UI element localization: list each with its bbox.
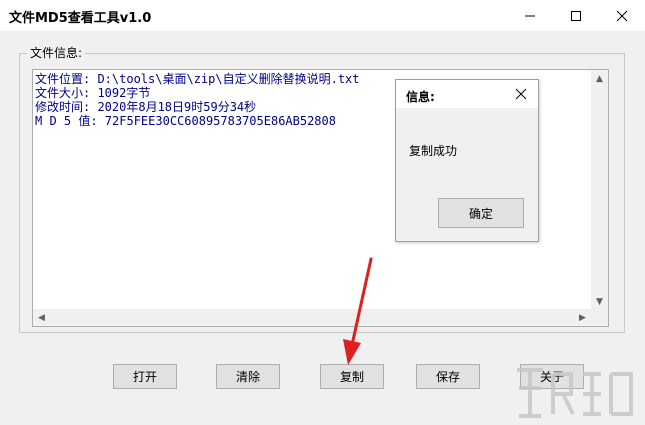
horizontal-scrollbar[interactable]: ◀ ▶ — [33, 309, 591, 326]
scrollbar-corner — [591, 309, 608, 326]
dialog-title: 信息: — [406, 90, 435, 104]
copy-button[interactable]: 复制 — [320, 364, 384, 389]
annotation-arrow-icon — [343, 257, 373, 365]
dialog-body: 复制成功 确定 — [396, 108, 538, 241]
info-dialog: 信息: 复制成功 确定 — [395, 79, 539, 242]
dialog-title-bar: 信息: — [396, 80, 538, 108]
scroll-up-icon[interactable]: ▲ — [591, 70, 608, 87]
close-icon — [616, 10, 628, 21]
dialog-message: 复制成功 — [409, 144, 458, 158]
window-title: 文件MD5查看工具v1.0 — [9, 11, 152, 26]
maximize-icon — [571, 10, 581, 21]
save-button[interactable]: 保存 — [416, 364, 480, 389]
dialog-ok-button[interactable]: 确定 — [438, 198, 524, 228]
close-icon — [515, 88, 527, 100]
clear-button[interactable]: 清除 — [216, 364, 280, 389]
file-info-legend: 文件信息: — [27, 44, 86, 61]
open-button[interactable]: 打开 — [113, 364, 177, 389]
vertical-scrollbar[interactable]: ▲ ▼ — [591, 70, 608, 310]
maximize-button[interactable] — [553, 0, 599, 31]
dialog-close-button[interactable] — [510, 83, 532, 105]
minimize-icon — [525, 15, 535, 16]
scroll-left-icon[interactable]: ◀ — [33, 309, 50, 326]
title-bar: 文件MD5查看工具v1.0 — [0, 0, 645, 31]
minimize-button[interactable] — [507, 0, 553, 31]
scroll-down-icon[interactable]: ▼ — [591, 293, 608, 310]
watermark-logo-icon — [517, 368, 633, 418]
close-button[interactable] — [599, 0, 645, 31]
scroll-right-icon[interactable]: ▶ — [574, 309, 591, 326]
